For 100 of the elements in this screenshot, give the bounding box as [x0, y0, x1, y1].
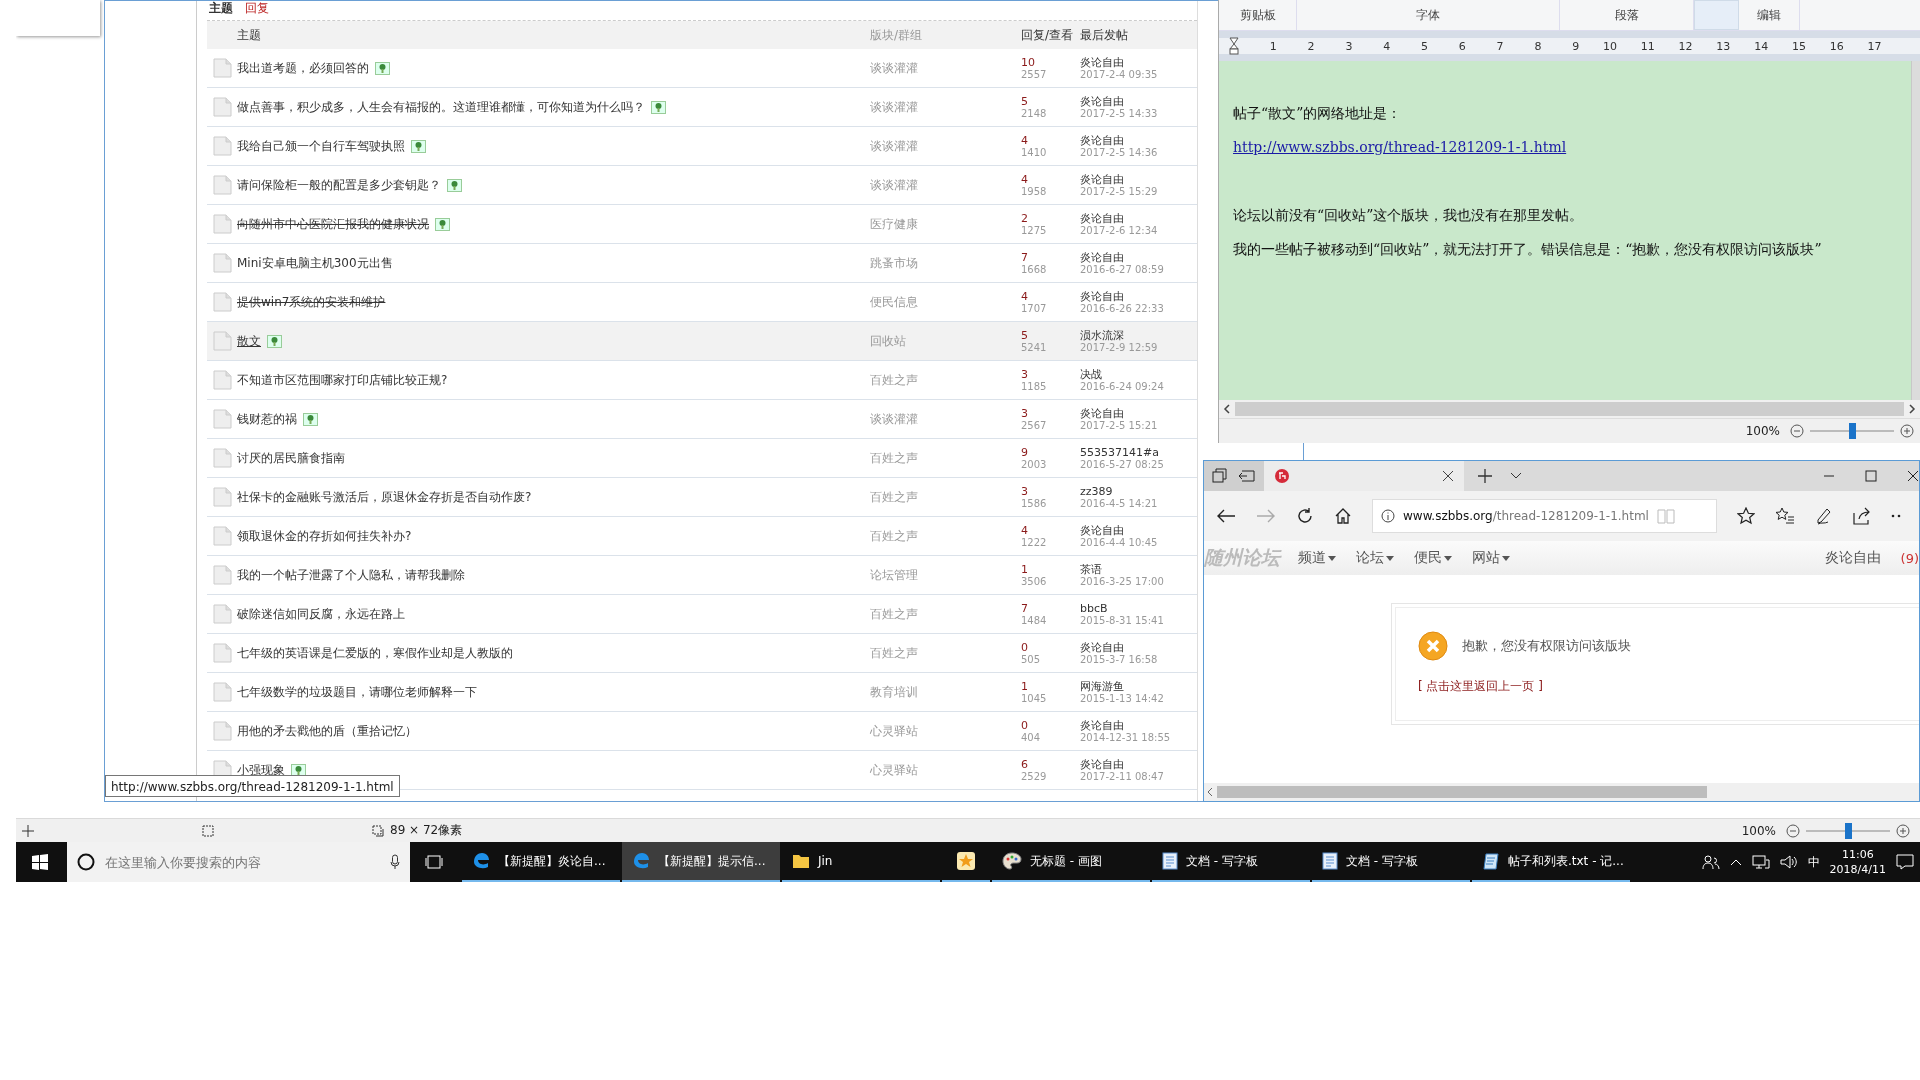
table-row[interactable]: Mini安卓电脑主机300元出售 跳蚤市场 7 1668 炎论自由 2016-6-27 08:59 — [207, 244, 1197, 283]
taskbar-button[interactable]: Jin — [782, 842, 940, 882]
tab-preview-icon[interactable] — [1238, 469, 1256, 483]
table-row[interactable]: 请问保险柜一般的配置是多少套钥匙？ 谈谈灌灌 4 1958 炎论自由 2017-2-5 15:29 — [207, 166, 1197, 205]
taskbar-button[interactable]: 【新提醒】提示信... — [622, 842, 780, 882]
chevron-down-icon[interactable] — [1510, 472, 1522, 480]
close-icon[interactable] — [1907, 470, 1919, 482]
search-field[interactable]: 在这里输入你要搜索的内容 — [105, 854, 380, 870]
nav-menu[interactable]: 网站 — [1472, 549, 1510, 567]
last-post-time: 2015-1-13 14:42 — [1080, 692, 1165, 705]
pen-icon[interactable] — [1815, 507, 1833, 525]
nav-menu[interactable]: 便民 — [1414, 549, 1452, 567]
reply-count: 4 — [1021, 133, 1029, 147]
maximize-icon[interactable] — [1865, 470, 1877, 482]
vertical-scrollbar[interactable] — [1911, 61, 1920, 400]
zoom-in-icon[interactable] — [1896, 823, 1910, 838]
people-icon[interactable] — [1701, 854, 1720, 870]
slider-thumb[interactable] — [1849, 423, 1856, 439]
horizontal-scrollbar[interactable] — [1204, 783, 1919, 801]
thread-title-link[interactable]: 钱财惹的祸 — [237, 410, 297, 428]
table-row[interactable]: 社保卡的金融账号激活后，原退休金存折是否自动作废? 百姓之声 3 1586 zz389 2016-4-5 14:21 — [207, 478, 1197, 517]
plus-icon[interactable] — [1478, 469, 1492, 483]
table-row[interactable]: 散文 回收站 5 5241 涢水流深 2017-2-9 12:59 — [207, 322, 1197, 361]
network-icon[interactable] — [1751, 854, 1770, 870]
address-bar[interactable]: www.szbbs.org/thread-1281209-1-1.html — [1372, 499, 1717, 533]
back-link[interactable]: [ 点击这里返回上一页 ] — [1418, 678, 1543, 695]
thread-title-link[interactable]: 散文 — [237, 332, 261, 350]
chevron-up-icon[interactable] — [1729, 858, 1742, 866]
hyperlink[interactable]: http://www.szbbs.org/thread-1281209-1-1.html — [1233, 139, 1911, 155]
microphone-icon[interactable] — [390, 854, 400, 870]
thread-title-link[interactable]: 做点善事，积少成多，人生会有福报的。这道理谁都懂，可你知道为什么吗？ — [237, 98, 645, 116]
taskbar-button[interactable]: 无标题 - 画图 — [992, 842, 1150, 882]
table-row[interactable]: 向随州市中心医院汇报我的健康状况 医疗健康 2 1275 炎论自由 2017-2-6 12:34 — [207, 205, 1197, 244]
table-row[interactable]: 做点善事，积少成多，人生会有福报的。这道理谁都懂，可你知道为什么吗？ 谈谈灌灌 5 2148 炎论自由 2017-2-5 14:33 — [207, 88, 1197, 127]
last-post-time: 2016-4-4 10:45 — [1080, 536, 1159, 549]
view-count: 505 — [1021, 653, 1042, 666]
favorites-list-icon[interactable] — [1775, 507, 1795, 525]
slider-thumb[interactable] — [1845, 822, 1852, 839]
reply-count: 1 — [1021, 679, 1029, 693]
reply-count: 10 — [1021, 55, 1036, 69]
notification-icon[interactable] — [1896, 854, 1914, 870]
thread-title-link[interactable]: 七年级的英语课是仁爱版的，寒假作业却是人教版的 — [237, 644, 513, 662]
nav-menu[interactable]: 论坛 — [1356, 549, 1394, 567]
user-link[interactable]: 炎论自由 — [1824, 549, 1881, 567]
thread-title-link[interactable]: 我出道考题，必须回答的 — [237, 59, 369, 77]
thread-title-link[interactable]: 我的一个帖子泄露了个人隐私，请帮我删除 — [237, 566, 465, 584]
chevron-left-icon[interactable] — [1223, 404, 1231, 414]
input-method-indicator[interactable]: 中 — [1807, 853, 1820, 871]
thread-title-link[interactable]: 社保卡的金融账号激活后，原退休金存折是否自动作废? — [237, 488, 532, 506]
zoom-out-icon[interactable] — [1786, 823, 1800, 838]
table-row[interactable]: 我出道考题，必须回答的 谈谈灌灌 10 2557 炎论自由 2017-2-4 09:35 — [207, 49, 1197, 88]
nav-menu[interactable]: 频道 — [1298, 549, 1336, 567]
taskbar-button[interactable]: 文档 - 写字板 — [1152, 842, 1310, 882]
star-icon[interactable] — [1737, 507, 1755, 525]
share-icon[interactable] — [1853, 507, 1871, 525]
more-icon[interactable] — [1891, 514, 1901, 518]
thread-title-link[interactable]: 破除迷信如同反腐，永远在路上 — [237, 605, 405, 623]
browser-tab[interactable] — [1264, 461, 1464, 491]
notification-count[interactable]: (9) — [1900, 550, 1919, 566]
zoom-out-icon[interactable] — [1790, 424, 1804, 438]
filter-tab[interactable]: 主题 — [207, 1, 235, 15]
thread-title-link[interactable]: 我给自己颁一个自行车驾驶执照 — [237, 137, 405, 155]
table-row[interactable]: 我的一个帖子泄露了个人隐私，请帮我删除 论坛管理 1 3506 茶语 2016-3-25 17:00 — [207, 556, 1197, 595]
scrollbar-thumb[interactable] — [1235, 402, 1904, 416]
last-poster: 炎论自由 — [1080, 211, 1125, 225]
table-row[interactable]: 钱财惹的祸 谈谈灌灌 3 2567 炎论自由 2017-2-5 15:21 — [207, 400, 1197, 439]
forum-name: 医疗健康 — [870, 216, 918, 231]
table-row[interactable]: 七年级数学的垃圾题目，请哪位老师解释一下 教育培训 1 1045 网海游鱼 2015-1-13 14:42 — [207, 673, 1197, 712]
thread-title-link[interactable]: 讨厌的居民膳食指南 — [237, 449, 345, 467]
chevron-right-icon[interactable] — [1908, 404, 1916, 414]
table-row[interactable]: 七年级的英语课是仁爱版的，寒假作业却是人教版的 百姓之声 0 505 炎论自由 2015-3-7 16:58 — [207, 634, 1197, 673]
thread-title-link[interactable]: 领取退休金的存折如何挂失补办? — [237, 527, 412, 545]
tabs-aside-icon[interactable] — [1212, 468, 1228, 484]
taskbar-button[interactable]: 文档 - 写字板 — [1312, 842, 1470, 882]
refresh-icon[interactable] — [1296, 507, 1314, 525]
thread-title-link[interactable]: 不知道市区范围哪家打印店铺比较正规? — [237, 371, 448, 389]
chevron-left-icon[interactable] — [1207, 787, 1213, 797]
taskbar-button[interactable]: 帖子和列表.txt - 记... — [1472, 842, 1630, 882]
thread-title-link[interactable]: 用他的矛去戳他的盾（重拾记忆） — [237, 722, 417, 740]
thread-title-link[interactable]: 提供win7系统的安装和维护 — [237, 293, 386, 311]
volume-icon[interactable] — [1779, 854, 1798, 870]
filter-tab[interactable]: 回复 — [243, 1, 271, 15]
view-count: 404 — [1021, 731, 1042, 744]
thread-title-link[interactable]: 七年级数学的垃圾题目，请哪位老师解释一下 — [237, 683, 477, 701]
close-icon[interactable] — [1442, 470, 1454, 482]
back-icon[interactable] — [1216, 508, 1236, 524]
thread-title-link[interactable]: 请问保险柜一般的配置是多少套钥匙？ — [237, 176, 441, 194]
table-row[interactable]: 不知道市区范围哪家打印店铺比较正规? 百姓之声 3 1185 决战 2016-6-24 09:24 — [207, 361, 1197, 400]
home-icon[interactable] — [1334, 507, 1352, 525]
search-bar[interactable]: 在这里输入你要搜索的内容 — [67, 842, 410, 882]
taskbar-button[interactable]: 【新提醒】炎论自... — [462, 842, 620, 882]
thread-title-link[interactable]: 向随州市中心医院汇报我的健康状况 — [237, 215, 429, 233]
zoom-in-icon[interactable] — [1900, 424, 1914, 438]
table-row[interactable]: 用他的矛去戳他的盾（重拾记忆） 心灵驿站 0 404 炎论自由 2014-12-31 18:55 — [207, 712, 1197, 751]
table-row[interactable]: 讨厌的居民膳食指南 百姓之声 9 2003 553537141#a 2016-5-27 08:25 — [207, 439, 1197, 478]
table-row[interactable]: 领取退休金的存折如何挂失补办? 百姓之声 4 1222 炎论自由 2016-4-4 10:45 — [207, 517, 1197, 556]
table-row[interactable]: 我给自己颁一个自行车驾驶执照 谈谈灌灌 4 1410 炎论自由 2017-2-5 14:36 — [207, 127, 1197, 166]
thread-title-link[interactable]: Mini安卓电脑主机300元出售 — [237, 254, 393, 272]
table-row[interactable]: 破除迷信如同反腐，永远在路上 百姓之声 7 1484 bbcB 2015-8-31 15:41 — [207, 595, 1197, 634]
scrollbar-thumb[interactable] — [1217, 786, 1707, 798]
